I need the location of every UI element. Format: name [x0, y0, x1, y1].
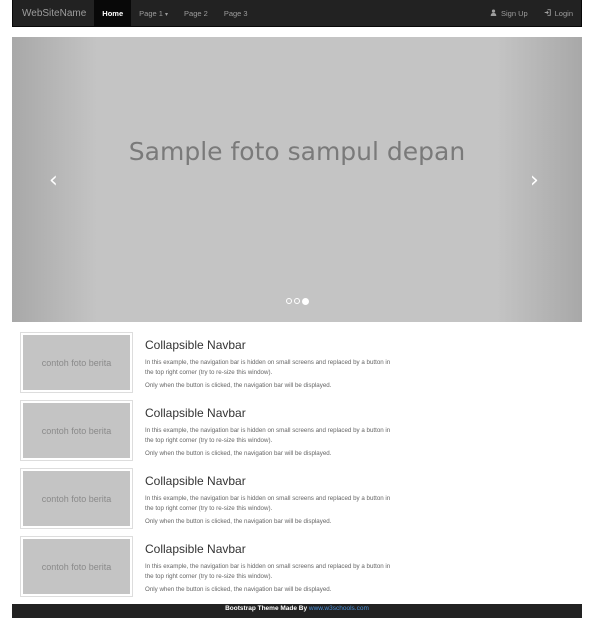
- news-text: In this example, the navigation bar is h…: [145, 359, 391, 376]
- brand-link[interactable]: WebSiteName: [13, 0, 94, 26]
- news-title: Collapsible Navbar: [145, 474, 246, 488]
- news-text: Only when the button is clicked, the nav…: [145, 518, 332, 525]
- news-body: Collapsible Navbar In this example, the …: [145, 542, 395, 599]
- news-item: contoh foto berita Collapsible Navbar In…: [20, 332, 400, 393]
- news-title: Collapsible Navbar: [145, 338, 246, 352]
- carousel-indicators: [12, 297, 582, 305]
- news-text: In this example, the navigation bar is h…: [145, 427, 391, 444]
- login-label: Login: [554, 9, 573, 18]
- footer-text: Bootstrap Theme Made By: [225, 605, 309, 612]
- thumbnail-label: contoh foto berita: [23, 471, 130, 526]
- nav-login[interactable]: Login: [536, 0, 581, 26]
- news-body: Collapsible Navbar In this example, the …: [145, 474, 395, 531]
- thumbnail-label: contoh foto berita: [23, 403, 130, 458]
- news-text: Only when the button is clicked, the nav…: [145, 586, 332, 593]
- news-text: In this example, the navigation bar is h…: [145, 563, 391, 580]
- news-thumbnail: contoh foto berita: [20, 400, 133, 461]
- news-thumbnail: contoh foto berita: [20, 536, 133, 597]
- carousel-caption: Sample foto sampul depan: [128, 137, 466, 166]
- news-text: Only when the button is clicked, the nav…: [145, 450, 332, 457]
- hero-carousel: Sample foto sampul depan ‹ ›: [12, 37, 582, 322]
- news-text: Only when the button is clicked, the nav…: [145, 382, 332, 389]
- news-item: contoh foto berita Collapsible Navbar In…: [20, 468, 400, 529]
- footer: Bootstrap Theme Made By www.w3schools.co…: [12, 604, 582, 618]
- nav-home[interactable]: Home: [94, 0, 132, 26]
- news-item: contoh foto berita Collapsible Navbar In…: [20, 536, 400, 597]
- carousel-prev-chevron-left-icon[interactable]: ‹: [49, 170, 58, 192]
- nav-page1-dropdown[interactable]: Page 1 ▾: [131, 0, 176, 26]
- nav-right: Sign Up Login: [482, 0, 581, 26]
- nav-page2[interactable]: Page 2: [176, 0, 216, 26]
- login-icon: [544, 9, 553, 18]
- carousel-indicator-2[interactable]: [293, 298, 300, 304]
- news-body: Collapsible Navbar In this example, the …: [145, 406, 395, 463]
- footer-link[interactable]: www.w3schools.com: [309, 605, 369, 612]
- carousel-indicator-1[interactable]: [285, 298, 292, 304]
- news-title: Collapsible Navbar: [145, 542, 246, 556]
- user-icon: [490, 9, 499, 18]
- carousel-next-chevron-right-icon[interactable]: ›: [530, 170, 539, 192]
- news-thumbnail: contoh foto berita: [20, 468, 133, 529]
- news-item: contoh foto berita Collapsible Navbar In…: [20, 400, 400, 461]
- news-thumbnail: contoh foto berita: [20, 332, 133, 393]
- thumbnail-label: contoh foto berita: [23, 335, 130, 390]
- nav-signup[interactable]: Sign Up: [482, 0, 536, 26]
- news-text: In this example, the navigation bar is h…: [145, 495, 391, 512]
- caret-down-icon: ▾: [165, 12, 169, 18]
- carousel-indicator-3[interactable]: [301, 297, 309, 305]
- nav-page3[interactable]: Page 3: [216, 0, 256, 26]
- top-navbar: WebSiteName Home Page 1 ▾ Page 2 Page 3 …: [12, 0, 582, 27]
- thumbnail-label: contoh foto berita: [23, 539, 130, 594]
- news-body: Collapsible Navbar In this example, the …: [145, 338, 395, 395]
- news-title: Collapsible Navbar: [145, 406, 246, 420]
- nav-page1-label: Page 1: [139, 9, 163, 18]
- signup-label: Sign Up: [501, 9, 528, 18]
